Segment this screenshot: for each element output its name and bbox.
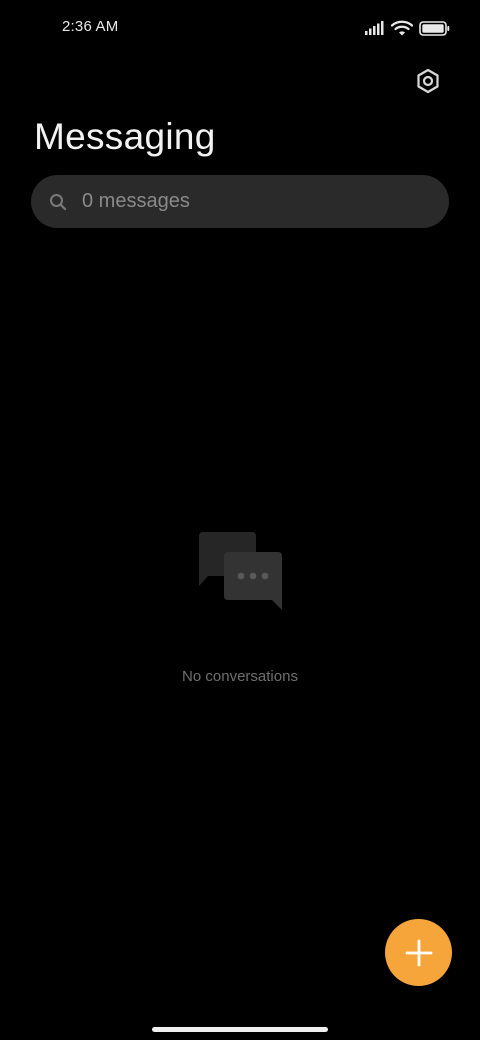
page-title: Messaging [34, 116, 216, 157]
empty-state-text: No conversations [182, 668, 298, 685]
search-icon [48, 192, 68, 212]
settings-button[interactable] [410, 63, 446, 99]
chat-bubbles-icon [199, 532, 282, 610]
status-icons [365, 18, 450, 38]
new-message-button[interactable] [385, 919, 452, 986]
status-bar: 2:36 AM [0, 0, 480, 54]
home-indicator[interactable] [152, 1027, 328, 1032]
status-time: 2:36 AM [62, 18, 119, 35]
settings-hex-icon [417, 68, 439, 94]
empty-state: No conversations [0, 530, 480, 685]
signal-icon [365, 21, 384, 35]
search-input[interactable]: 0 messages [82, 190, 190, 213]
plus-icon [405, 939, 432, 966]
battery-icon [419, 20, 450, 36]
search-bar[interactable]: 0 messages [31, 175, 449, 228]
wifi-icon [391, 20, 413, 36]
